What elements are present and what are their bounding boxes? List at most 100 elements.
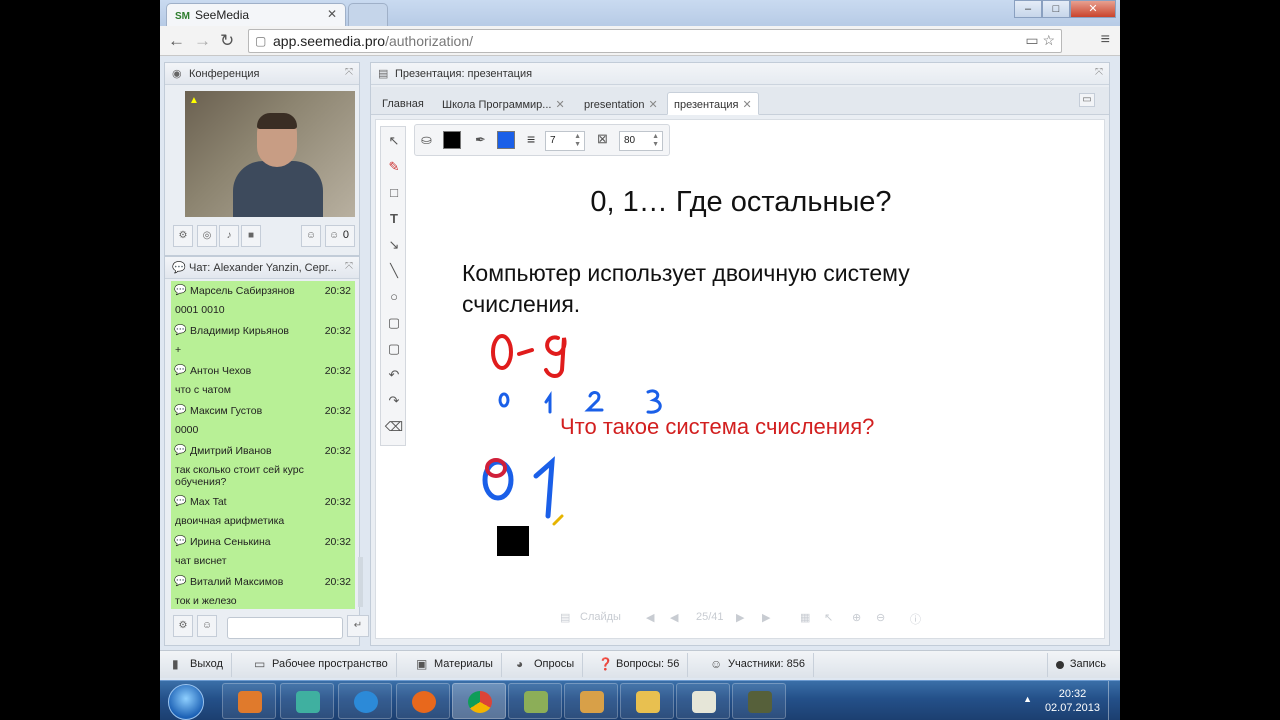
- browser-tab-title: SeeMedia: [195, 8, 250, 22]
- show-desktop-button[interactable]: [1108, 681, 1120, 720]
- tab-label: Главная: [382, 98, 424, 110]
- chat-message: 💬 Max Tat 20:32 двоичная арифметика: [171, 492, 355, 532]
- camera-and-star-icons[interactable]: ▭ ☆: [1025, 32, 1055, 49]
- taskbar-explorer[interactable]: [620, 683, 674, 719]
- whiteboard-canvas[interactable]: ↖ ✎ □ T ↘ ╲ ○ ▢ ▢ ↶ ↷ ⌫ ⛀ ✒ ≡ 7 ▲ ▼ ⊠ 80…: [375, 119, 1105, 639]
- exit-label: Выход: [190, 658, 223, 670]
- chat-settings-icon[interactable]: ⚙: [173, 615, 193, 637]
- forward-arrow-icon[interactable]: →: [194, 31, 211, 51]
- reload-icon[interactable]: ↻: [220, 31, 234, 51]
- tab-presentation-en[interactable]: presentation ✕: [577, 92, 665, 115]
- maximize-icon[interactable]: ⤧: [345, 67, 353, 78]
- workspace-label: Рабочее пространство: [272, 658, 388, 670]
- speech-bubble-icon: 💬: [174, 536, 187, 547]
- chat-message-header: 💬 Дмитрий Иванов 20:32: [171, 441, 355, 461]
- close-tab-icon[interactable]: ✕: [649, 99, 658, 111]
- app-q-icon: [296, 691, 320, 713]
- url-path: /authorization/: [385, 33, 474, 49]
- taskbar-chrome[interactable]: [452, 683, 506, 719]
- chat-author: Дмитрий Иванов: [190, 445, 272, 457]
- tab-school[interactable]: Школа Программир... ✕: [435, 92, 572, 115]
- smiley-icon[interactable]: ☺: [197, 615, 217, 637]
- participants-icon: ☺: [710, 657, 723, 671]
- slides-label[interactable]: Слайды: [580, 611, 621, 623]
- zoom-out-icon[interactable]: ⊖: [876, 611, 885, 624]
- tray-arrow-icon[interactable]: ▲: [1023, 694, 1032, 704]
- maximize-button[interactable]: □: [1042, 0, 1070, 18]
- presentation-tabs: Главная Школа Программир... ✕ presentatio…: [371, 87, 1109, 115]
- tab-main[interactable]: Главная: [375, 92, 431, 115]
- first-slide-icon[interactable]: ◀: [670, 611, 678, 624]
- presentation-panel: ▤ Презентация: презентация ⤧ Главная Шко…: [370, 62, 1110, 646]
- cursor-icon[interactable]: ↖: [824, 611, 833, 624]
- taskbar-app-6[interactable]: [508, 683, 562, 719]
- browser-tab-seemedia[interactable]: SM SeeMedia ✕: [166, 3, 346, 26]
- maximize-icon[interactable]: ⤧: [1095, 67, 1103, 78]
- chat-text: двоичная арифметика: [175, 515, 285, 527]
- record-button[interactable]: Запись: [1046, 653, 1114, 677]
- participants-label: Участники: 856: [728, 658, 806, 670]
- start-button[interactable]: [168, 684, 204, 720]
- users-icon[interactable]: ☺: [301, 225, 321, 247]
- chat-message: 💬 Виталий Максимов 20:32 ток и железо: [171, 572, 355, 609]
- record-dot-icon: [1055, 661, 1064, 669]
- chat-message: 💬 Максим Густов 20:32 0000: [171, 401, 355, 441]
- close-tab-icon[interactable]: ✕: [327, 7, 337, 21]
- taskbar-app-1[interactable]: [222, 683, 276, 719]
- chat-author: Владимир Кирьянов: [190, 325, 289, 337]
- system-clock[interactable]: 20:32 02.07.2013: [1045, 687, 1100, 715]
- next-slide-icon[interactable]: ▶: [736, 611, 744, 624]
- back-arrow-icon[interactable]: ←: [168, 31, 185, 51]
- grid-icon[interactable]: ▦: [800, 611, 810, 624]
- maximize-icon[interactable]: ⤧: [345, 261, 353, 272]
- chrome-icon: [468, 691, 492, 713]
- ink-red-dash: [517, 348, 534, 356]
- chat-message-header: 💬 Марсель Сабирзянов 20:32: [171, 281, 355, 301]
- new-tab-button[interactable]: [348, 3, 388, 26]
- menu-icon[interactable]: ≡: [1101, 31, 1110, 49]
- last-slide-icon[interactable]: ▶: [762, 611, 770, 624]
- tab-presentation-ru[interactable]: презентация ✕: [667, 92, 759, 115]
- slides-icon[interactable]: ▤: [560, 611, 570, 624]
- address-bar[interactable]: ▢ app.seemedia.pro/authorization/ ▭ ☆: [248, 29, 1062, 53]
- polls-button[interactable]: ◕ Опросы: [510, 653, 584, 677]
- taskbar-app-9[interactable]: [676, 683, 730, 719]
- url-host: app.seemedia.pro: [273, 33, 386, 49]
- stop-icon[interactable]: ■: [241, 225, 261, 247]
- taskbar-app-2[interactable]: [280, 683, 334, 719]
- materials-button[interactable]: ▣ Материалы: [410, 653, 502, 677]
- close-tab-icon[interactable]: ✕: [555, 99, 564, 111]
- chat-text: 0000: [175, 424, 199, 436]
- microphone-icon[interactable]: ♪: [219, 225, 239, 247]
- internet-explorer-icon: [354, 691, 378, 713]
- questions-button[interactable]: ❓ Вопросы: 56: [592, 653, 689, 677]
- camera-icon[interactable]: ◎: [197, 225, 217, 247]
- taskbar-firefox[interactable]: [396, 683, 450, 719]
- chat-input[interactable]: [227, 617, 343, 639]
- close-tab-icon[interactable]: ✕: [743, 99, 752, 111]
- participants-button[interactable]: ☺: [325, 225, 355, 247]
- prev-slide-icon[interactable]: ◀: [646, 611, 654, 624]
- send-icon[interactable]: ↵: [347, 615, 369, 637]
- chat-scrollbar[interactable]: [358, 557, 363, 607]
- participants-button[interactable]: ☺ Участники: 856: [704, 653, 815, 677]
- chat-message-list[interactable]: 💬 Марсель Сабирзянов 20:32 0001 0010 💬 Владим…: [171, 281, 355, 609]
- record-label: Запись: [1069, 658, 1106, 670]
- close-window-button[interactable]: ✕: [1070, 0, 1116, 18]
- taskbar-app-10[interactable]: [732, 683, 786, 719]
- chat-text: 0001 0010: [175, 304, 225, 316]
- black-square-shape[interactable]: [497, 526, 529, 556]
- chat-message-header: 💬 Виталий Максимов 20:32: [171, 572, 355, 592]
- workspace-button[interactable]: ▭ Рабочее пространство: [248, 653, 397, 677]
- info-icon[interactable]: ⓘ: [910, 611, 921, 627]
- fullscreen-icon[interactable]: ▭: [1079, 93, 1095, 107]
- chat-text: ток и железо: [175, 595, 237, 607]
- speech-bubble-icon: 💬: [174, 445, 187, 456]
- settings-icon[interactable]: ⚙: [173, 225, 193, 247]
- taskbar-paint[interactable]: [564, 683, 618, 719]
- minimize-button[interactable]: –: [1014, 0, 1042, 18]
- exit-button[interactable]: ▮ Выход: [166, 653, 232, 677]
- paint-icon: [580, 691, 604, 713]
- taskbar-ie[interactable]: [338, 683, 392, 719]
- zoom-in-icon[interactable]: ⊕: [852, 611, 861, 624]
